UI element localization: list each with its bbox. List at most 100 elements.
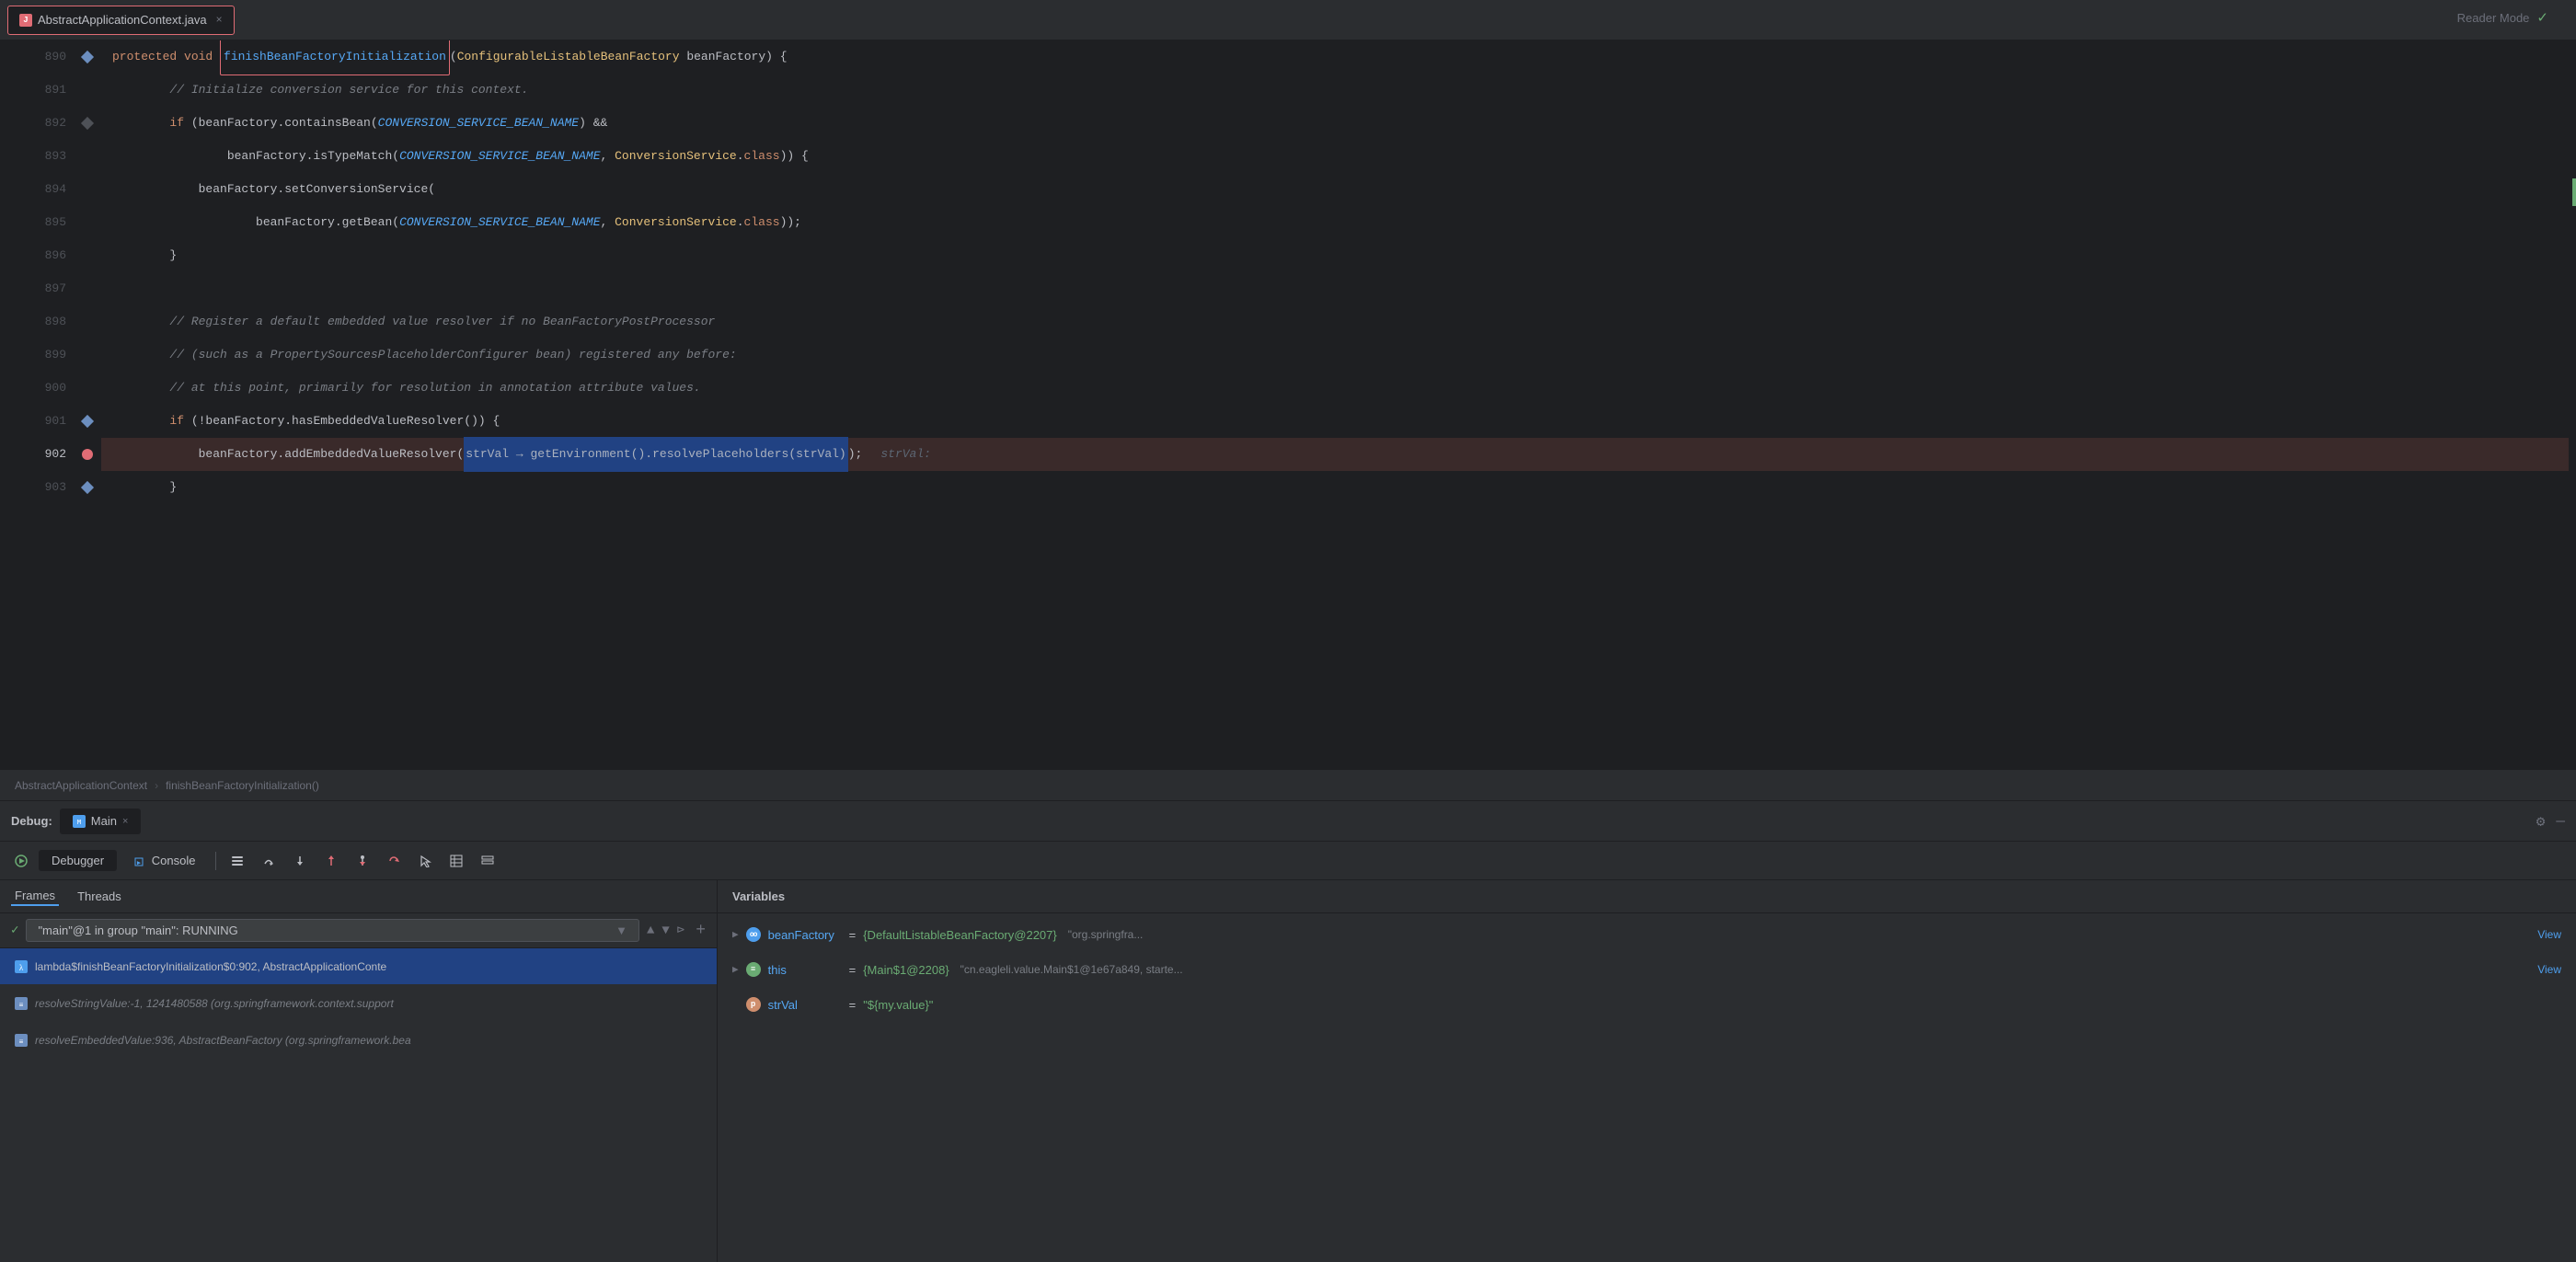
var-item-this: ▶ ≡ this = {Main$1@2208} "cn.eagleli.val…	[718, 952, 2576, 987]
var-icon-this: ≡	[746, 962, 761, 977]
svg-text:M: M	[77, 819, 81, 826]
debugger-tab[interactable]: Debugger	[39, 850, 117, 871]
code-line-892: if (beanFactory.containsBean(CONVERSION_…	[101, 107, 2569, 140]
file-tab-close[interactable]: ×	[216, 14, 223, 27]
thread-filter-btn[interactable]: ⊳	[677, 923, 684, 938]
code-line-902: beanFactory.addEmbeddedValueResolver(str…	[101, 438, 2569, 471]
debug-minimize-icon[interactable]: —	[2556, 813, 2565, 830]
gutter	[74, 40, 101, 769]
var-view-beanFactory[interactable]: View	[2537, 928, 2561, 941]
hint-text: strVal:	[880, 438, 931, 471]
code-lines: protected void finishBeanFactoryInitiali…	[101, 40, 2569, 769]
frames-tab[interactable]: Frames	[11, 887, 59, 906]
var-view-this[interactable]: View	[2537, 963, 2561, 976]
debug-tab-close-btn[interactable]: ×	[122, 816, 128, 827]
breadcrumb-class: AbstractApplicationContext	[15, 779, 147, 792]
file-tab-label: AbstractApplicationContext.java	[38, 13, 207, 27]
stack-frames-list: λ lambda$finishBeanFactoryInitialization…	[0, 948, 717, 1262]
code-area: 890 891 892 893 894 895 896 897 898 899 …	[0, 40, 2576, 769]
gutter-896	[74, 239, 101, 272]
stack-frame-1[interactable]: ≡ resolveStringValue:-1, 1241480588 (org…	[0, 985, 717, 1022]
reload-button[interactable]	[380, 847, 408, 875]
stack-frame-0[interactable]: λ lambda$finishBeanFactoryInitialization…	[0, 948, 717, 985]
code-line-898: // Register a default embedded value res…	[101, 305, 2569, 338]
variables-list: ▶ oo beanFactory = {DefaultListableBeanF…	[718, 913, 2576, 1262]
var-name-this: this	[768, 963, 842, 977]
stack-frame-2[interactable]: ≡ resolveEmbeddedValue:936, AbstractBean…	[0, 1022, 717, 1059]
var-type-this: "cn.eagleli.value.Main$1@1e67a849, start…	[960, 963, 1183, 976]
var-equals-strVal: =	[849, 998, 857, 1012]
var-item-strVal: ▶ p strVal = "${my.value}"	[718, 987, 2576, 1022]
gutter-890	[74, 40, 101, 74]
all-frames-button[interactable]	[224, 847, 251, 875]
debug-tab-icon: M	[73, 815, 86, 828]
debug-toolbar: Debugger ▶ Console	[0, 842, 2576, 880]
code-line-896: }	[101, 239, 2569, 272]
debug-tab-label: Main	[91, 814, 117, 828]
file-tab[interactable]: J AbstractApplicationContext.java ×	[7, 6, 235, 35]
svg-text:≡: ≡	[19, 1001, 24, 1009]
toolbar-separator-1	[215, 852, 216, 870]
gutter-898	[74, 305, 101, 338]
frame-icon-1: ≡	[15, 997, 28, 1010]
thread-controls: ✓ "main"@1 in group "main": RUNNING ▼ ▲ …	[0, 913, 717, 948]
list-view-button[interactable]	[474, 847, 501, 875]
debug-settings-icon[interactable]: ⚙	[2536, 812, 2546, 831]
code-line-903: }	[101, 471, 2569, 504]
step-over-button[interactable]	[255, 847, 282, 875]
gutter-892	[74, 107, 101, 140]
table-view-button[interactable]	[443, 847, 470, 875]
var-expand-this[interactable]: ▶	[732, 963, 739, 976]
gutter-903	[74, 471, 101, 504]
var-value-this: {Main$1@2208}	[863, 963, 949, 977]
variables-header: Variables	[718, 880, 2576, 913]
debug-tab-bar: Debug: M Main × ⚙ —	[0, 801, 2576, 842]
gutter-895	[74, 206, 101, 239]
stack-frame-text-1: resolveStringValue:-1, 1241480588 (org.s…	[35, 997, 394, 1010]
cursor-button[interactable]	[411, 847, 439, 875]
reader-mode-label: Reader Mode	[2457, 11, 2530, 25]
debug-right-panel: Variables ▶ oo beanFactory = {DefaultLis…	[718, 880, 2576, 1262]
var-icon-beanFactory: oo	[746, 927, 761, 942]
step-out-button[interactable]	[317, 847, 345, 875]
thread-check-icon: ✓	[11, 923, 18, 938]
gutter-902	[74, 438, 101, 471]
debug-section-header: Frames Threads	[0, 880, 717, 913]
step-into-button[interactable]	[286, 847, 314, 875]
resume-button[interactable]	[7, 847, 35, 875]
var-name-beanFactory: beanFactory	[768, 928, 842, 942]
threads-tab[interactable]: Threads	[74, 888, 125, 905]
thread-up-btn[interactable]: ▲	[647, 924, 654, 938]
gutter-897	[74, 272, 101, 305]
run-to-cursor-button[interactable]	[349, 847, 376, 875]
debug-main-tab[interactable]: M Main ×	[60, 809, 142, 834]
var-expand-beanFactory[interactable]: ▶	[732, 928, 739, 941]
breadcrumb: AbstractApplicationContext › finishBeanF…	[0, 769, 2576, 800]
console-tab[interactable]: ▶ Console	[121, 850, 208, 871]
gutter-891	[74, 74, 101, 107]
gutter-893	[74, 140, 101, 173]
thread-dropdown[interactable]: "main"@1 in group "main": RUNNING ▼	[26, 919, 639, 942]
var-equals-this: =	[849, 963, 857, 977]
breadcrumb-arrow: ›	[155, 779, 158, 792]
code-line-895: beanFactory.getBean(CONVERSION_SERVICE_B…	[101, 206, 2569, 239]
thread-down-btn[interactable]: ▼	[661, 924, 669, 938]
code-line-894: beanFactory.setConversionService(	[101, 173, 2569, 206]
editor-area: J AbstractApplicationContext.java × Read…	[0, 0, 2576, 800]
var-equals-beanFactory: =	[849, 928, 857, 942]
file-tab-icon: J	[19, 14, 32, 27]
method-name-highlight: finishBeanFactoryInitialization	[220, 40, 450, 75]
code-line-899: // (such as a PropertySourcesPlaceholder…	[101, 338, 2569, 372]
reader-mode-check: ✓	[2536, 9, 2548, 26]
thread-add-btn[interactable]: +	[696, 922, 706, 940]
var-icon-strVal: p	[746, 997, 761, 1012]
right-gutter	[2569, 40, 2576, 769]
var-type-beanFactory: "org.springfra...	[1068, 928, 1144, 941]
debug-left-panel: Frames Threads ✓ "main"@1 in group "main…	[0, 880, 718, 1262]
var-item-beanFactory: ▶ oo beanFactory = {DefaultListableBeanF…	[718, 917, 2576, 952]
debug-panel: Debug: M Main × ⚙ — Debugger ▶	[0, 800, 2576, 1262]
stack-frame-text-2: resolveEmbeddedValue:936, AbstractBeanFa…	[35, 1034, 411, 1047]
code-line-900: // at this point, primarily for resoluti…	[101, 372, 2569, 405]
code-line-890: protected void finishBeanFactoryInitiali…	[101, 40, 2569, 74]
gutter-899	[74, 338, 101, 372]
